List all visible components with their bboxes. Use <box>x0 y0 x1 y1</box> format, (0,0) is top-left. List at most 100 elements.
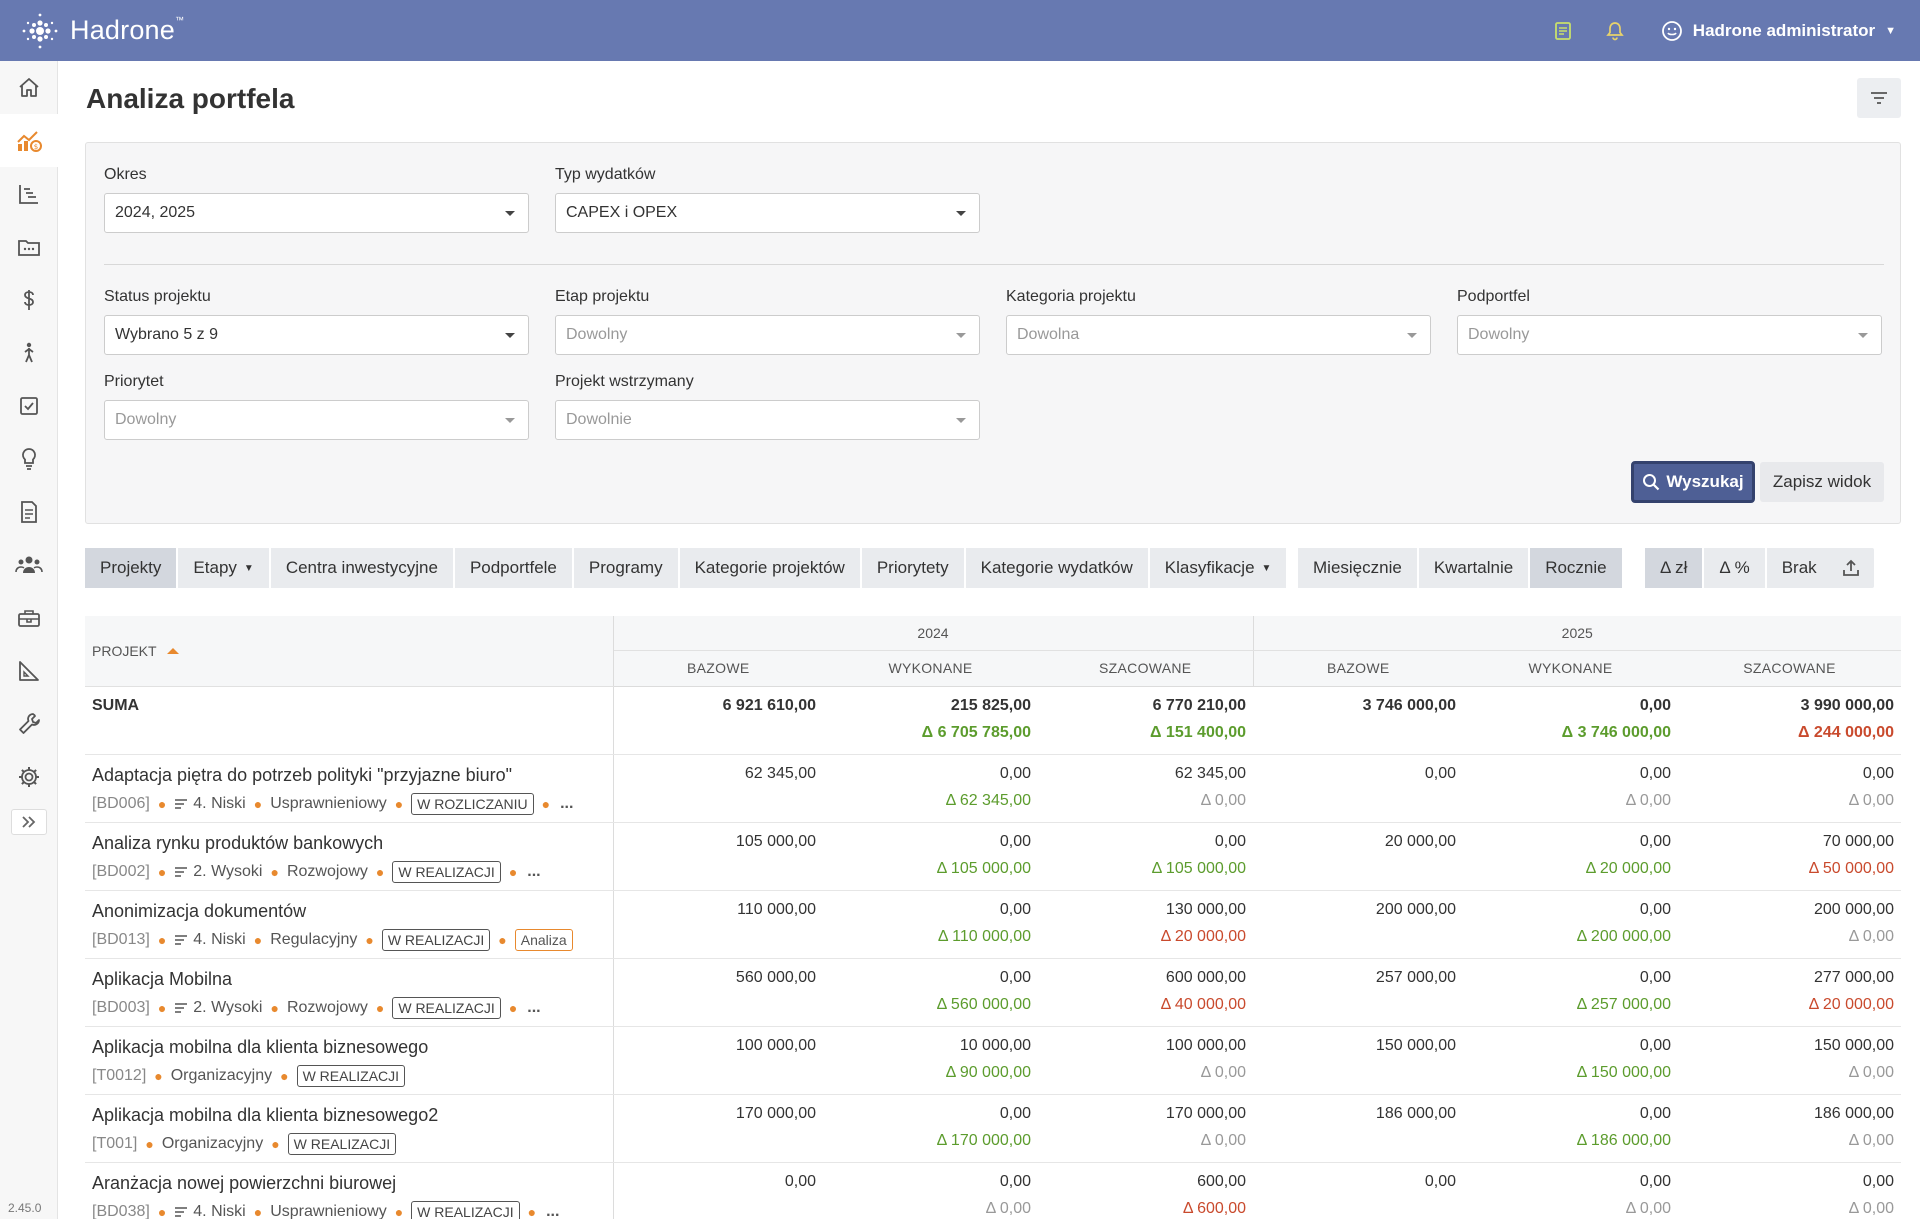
sidebar-item-portfolio[interactable] <box>0 220 58 273</box>
tab-rocznie[interactable]: Rocznie <box>1530 548 1622 588</box>
tab-kategorie-projektow[interactable]: Kategorie projektów <box>679 548 860 588</box>
expand-sidebar-button[interactable] <box>11 809 47 835</box>
table-row[interactable]: Adaptacja piętra do potrzeb polityki "pr… <box>85 754 1902 823</box>
status-value: Wybrano 5 z 9 <box>115 326 219 343</box>
project-name-link[interactable]: Analiza rynku produktów bankowych <box>92 833 606 857</box>
table-row[interactable]: Aplikacja mobilna dla klienta biznesoweg… <box>85 1094 1902 1163</box>
value-cell: 0,00 Δ 0,00 <box>1678 754 1902 823</box>
tab-projekty[interactable]: Projekty <box>85 548 177 588</box>
year-header: 2024 <box>613 616 1254 651</box>
project-name-link[interactable]: Aplikacja Mobilna <box>92 969 606 993</box>
save-view-button[interactable]: Zapisz widok <box>1760 462 1884 502</box>
person-walking-icon <box>24 342 34 362</box>
tab-etapy[interactable]: Etapy ▼ <box>178 548 269 588</box>
wstrzymany-select[interactable]: Dowolnie <box>555 400 980 440</box>
value: 170 000,00 <box>1165 1104 1246 1122</box>
app-logo[interactable]: Hadrone™ <box>18 9 184 53</box>
tab-brak[interactable]: Brak <box>1766 548 1832 588</box>
value-cell: 105 000,00 <box>613 822 823 891</box>
project-column-header[interactable]: PROJEKT <box>85 616 614 687</box>
tab-klasyfikacje[interactable]: Klasyfikacje ▼ <box>1149 548 1287 588</box>
checkbox-icon <box>20 396 38 415</box>
column-header-wykonane[interactable]: WYKONANE <box>823 650 1038 687</box>
more-ellipsis[interactable]: ... <box>527 863 540 881</box>
okres-select[interactable]: 2024, 2025 <box>104 193 529 233</box>
toggle-filters-button[interactable] <box>1857 78 1901 118</box>
project-name-link[interactable]: Aplikacja mobilna dla klienta biznesoweg… <box>92 1105 606 1129</box>
project-code: [BD002] <box>92 862 150 880</box>
value-cell: 170 000,00 <box>613 1094 823 1163</box>
sidebar-item-team[interactable] <box>0 538 58 591</box>
project-name-link[interactable]: Adaptacja piętra do potrzeb polityki "pr… <box>92 765 606 789</box>
tab-delta-percent[interactable]: Δ % <box>1704 548 1765 588</box>
bell-icon[interactable] <box>1589 11 1641 51</box>
typ-select[interactable]: CAPEX i OPEX <box>555 193 980 233</box>
sidebar-item-finance[interactable] <box>0 273 58 326</box>
sidebar-item-timeline[interactable] <box>0 167 58 220</box>
tab-programy[interactable]: Programy <box>573 548 678 588</box>
sidebar-item-resources[interactable] <box>0 326 58 379</box>
column-header-szacowane[interactable]: SZACOWANE <box>1038 650 1254 687</box>
table-row[interactable]: Aplikacja Mobilna [BD003] ● 2. Wysoki ● Rozwo… <box>85 958 1902 1027</box>
value-cell: 100 000,00 <box>613 1026 823 1095</box>
column-header-szacowane[interactable]: SZACOWANE <box>1678 650 1902 687</box>
export-button[interactable] <box>1827 548 1874 588</box>
sidebar-item-toolbox[interactable] <box>0 591 58 644</box>
column-header-bazowe[interactable]: BAZOWE <box>1253 650 1463 687</box>
value: 0,00 <box>1862 764 1895 782</box>
priorytet-select[interactable]: Dowolny <box>104 400 529 440</box>
project-name-link[interactable]: Aranżacja nowej powierzchni biurowej <box>92 1173 606 1197</box>
tab-podportfele[interactable]: Podportfele <box>454 548 572 588</box>
tab-label: Projekty <box>100 558 162 577</box>
sidebar-item-settings[interactable] <box>0 750 58 803</box>
sidebar-item-reports[interactable] <box>0 644 58 697</box>
project-code: [BD038] <box>92 1202 150 1219</box>
tab-label: Podportfele <box>469 558 557 577</box>
sidebar-item-tools[interactable] <box>0 697 58 750</box>
separator-dot: ● <box>375 999 385 1016</box>
delta-value: Δ 200 000,00 <box>1576 927 1671 945</box>
tab-miesiecznie[interactable]: Miesięcznie <box>1298 548 1417 588</box>
sidebar-item-ideas[interactable] <box>0 432 58 485</box>
table-row[interactable]: Analiza rynku produktów bankowych [BD002]… <box>85 822 1902 891</box>
more-ellipsis[interactable]: ... <box>546 1203 559 1219</box>
tab-centra-inwestycyjne[interactable]: Centra inwestycyjne <box>270 548 453 588</box>
sidebar-item-documents[interactable] <box>0 485 58 538</box>
separator-dot: ● <box>157 863 167 880</box>
value: 105 000,00 <box>735 832 816 850</box>
table-row[interactable]: Anonimizacja dokumentów [BD013] ● 4. Niski ●… <box>85 890 1902 959</box>
delta-value: Δ 0,00 <box>1200 1131 1246 1149</box>
sidebar-item-home[interactable] <box>0 61 58 114</box>
value: 600 000,00 <box>1165 968 1246 986</box>
search-button[interactable]: Wyszukaj <box>1631 461 1755 503</box>
kategoria-select[interactable]: Dowolna <box>1006 315 1431 355</box>
table-row[interactable]: Aranżacja nowej powierzchni biurowej [BD0… <box>85 1162 1902 1219</box>
value: 0,00 <box>1639 968 1671 986</box>
tab-kwartalnie[interactable]: Kwartalnie <box>1418 548 1529 588</box>
separator-dot: ● <box>271 1135 280 1152</box>
notes-icon[interactable] <box>1537 11 1589 51</box>
tab-priorytety[interactable]: Priorytety <box>861 548 964 588</box>
separator-dot: ● <box>508 999 518 1016</box>
user-menu[interactable]: Hadrone administrator ▼ <box>1661 20 1896 42</box>
etap-select[interactable]: Dowolny <box>555 315 980 355</box>
delta-value: Δ 150 000,00 <box>1576 1063 1671 1081</box>
podportfel-select[interactable]: Dowolny <box>1457 315 1882 355</box>
value: 0,00 <box>1639 1172 1671 1190</box>
status-select[interactable]: Wybrano 5 z 9 <box>104 315 529 355</box>
table-row[interactable]: Aplikacja mobilna dla klienta biznesoweg… <box>85 1026 1902 1095</box>
dropdown-arrow-icon <box>956 211 966 216</box>
column-header-bazowe[interactable]: BAZOWE <box>613 650 823 687</box>
sidebar-item-portfolio-analysis[interactable]: $ <box>0 114 58 167</box>
more-ellipsis[interactable]: ... <box>527 999 540 1017</box>
tab-kategorie-wydatkow[interactable]: Kategorie wydatków <box>965 548 1148 588</box>
value-cell: 150 000,00 Δ 0,00 <box>1678 1026 1902 1095</box>
tab-delta-zl[interactable]: Δ zł <box>1645 548 1703 588</box>
sidebar-item-tasks[interactable] <box>0 379 58 432</box>
more-ellipsis[interactable]: ... <box>560 795 573 813</box>
project-name-link[interactable]: Anonimizacja dokumentów <box>92 901 606 925</box>
wstrzymany-placeholder: Dowolnie <box>566 411 632 428</box>
column-header-wykonane[interactable]: WYKONANE <box>1463 650 1678 687</box>
project-name-link[interactable]: Aplikacja mobilna dla klienta biznesoweg… <box>92 1037 606 1061</box>
project-code: [BD003] <box>92 998 150 1016</box>
